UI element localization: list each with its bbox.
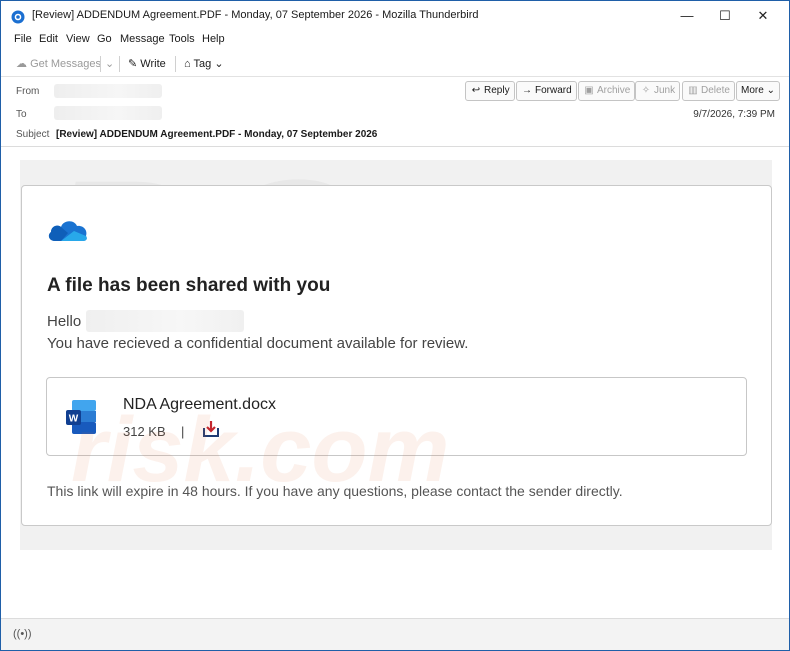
toolbar-divider xyxy=(100,56,101,72)
shared-file-card[interactable]: W NDA Agreement.docx 312 KB | xyxy=(46,377,747,456)
email-card: A file has been shared with you Hello Yo… xyxy=(21,185,772,526)
file-name[interactable]: NDA Agreement.docx xyxy=(123,396,276,414)
redacted-recipient-name xyxy=(86,310,244,332)
chevron-down-icon: ⌄ xyxy=(105,58,115,70)
from-label: From xyxy=(16,86,40,97)
message-header-pane: From To Subject [Review] ADDENDUM Agreem… xyxy=(1,77,789,147)
file-separator: | xyxy=(181,424,185,439)
chevron-down-icon: ⌄ xyxy=(214,58,224,70)
subject-label: Subject xyxy=(16,129,50,140)
thunderbird-icon xyxy=(11,10,25,24)
pencil-icon: ✎ xyxy=(128,58,138,70)
more-label: More xyxy=(741,85,764,96)
tag-label: Tag xyxy=(193,58,212,70)
get-messages-dropdown[interactable]: ⌄ xyxy=(105,54,114,74)
archive-label: Archive xyxy=(597,85,631,96)
delete-button[interactable]: ▥ Delete xyxy=(682,81,735,101)
archive-icon: ▣ xyxy=(584,85,594,96)
toolbar-divider xyxy=(119,56,120,72)
menu-tools[interactable]: Tools xyxy=(169,33,195,45)
svg-text:W: W xyxy=(69,414,79,425)
menu-view[interactable]: View xyxy=(66,33,90,45)
word-document-icon: W xyxy=(66,400,96,434)
subject-value: [Review] ADDENDUM Agreement.PDF - Monday… xyxy=(56,129,378,140)
email-headline: A file has been shared with you xyxy=(47,275,331,296)
archive-button[interactable]: ▣ Archive xyxy=(578,81,636,101)
message-body: PC A file has been shared with you Hello… xyxy=(1,132,789,618)
write-label: Write xyxy=(140,58,166,70)
title-bar: [Review] ADDENDUM Agreement.PDF - Monday… xyxy=(1,1,789,31)
file-size: 312 KB xyxy=(123,424,166,439)
menu-bar: File Edit View Go Message Tools Help xyxy=(1,31,789,51)
message-date: 9/7/2026, 7:39 PM xyxy=(693,109,775,120)
online-status-icon[interactable]: ((•)) xyxy=(13,628,32,640)
download-icon[interactable] xyxy=(202,420,220,438)
flame-icon: ✧ xyxy=(641,85,651,96)
menu-edit[interactable]: Edit xyxy=(39,33,58,45)
trash-icon: ▥ xyxy=(688,85,698,96)
get-messages-label: Get Messages xyxy=(30,58,101,70)
forward-label: Forward xyxy=(535,85,572,96)
more-button[interactable]: More ⌄ xyxy=(736,81,780,101)
redacted-recipient xyxy=(54,106,162,120)
status-bar: ((•)) xyxy=(1,618,789,650)
reply-label: Reply xyxy=(484,85,510,96)
get-messages-button[interactable]: ☁ Get Messages xyxy=(16,54,101,74)
write-button[interactable]: ✎ Write xyxy=(128,54,166,74)
reply-icon: ↩ xyxy=(471,85,481,96)
forward-button[interactable]: → Forward xyxy=(516,81,577,101)
reply-button[interactable]: ↩ Reply xyxy=(465,81,515,101)
greeting: Hello xyxy=(47,313,82,330)
toolbar-divider xyxy=(175,56,176,72)
main-toolbar: ☁ Get Messages ⌄ ✎ Write ⌂ Tag ⌄ xyxy=(1,51,789,77)
email-body-text: You have recieved a confidential documen… xyxy=(47,335,469,352)
tag-icon: ⌂ xyxy=(184,58,191,70)
junk-label: Junk xyxy=(654,85,676,96)
menu-file[interactable]: File xyxy=(14,33,32,45)
tag-button[interactable]: ⌂ Tag ⌄ xyxy=(184,54,224,74)
redacted-sender xyxy=(54,84,162,98)
close-button[interactable]: ✕ xyxy=(741,1,785,31)
chevron-down-icon: ⌄ xyxy=(766,85,775,96)
forward-icon: → xyxy=(522,85,532,96)
delete-label: Delete xyxy=(701,85,730,96)
junk-button[interactable]: ✧ Junk xyxy=(635,81,681,101)
onedrive-cloud-icon xyxy=(48,221,87,241)
window-title: [Review] ADDENDUM Agreement.PDF - Monday… xyxy=(32,9,479,21)
download-cloud-icon: ☁ xyxy=(16,58,27,70)
menu-message[interactable]: Message xyxy=(120,33,165,45)
menu-help[interactable]: Help xyxy=(202,33,225,45)
to-label: To xyxy=(16,109,27,120)
thunderbird-window: [Review] ADDENDUM Agreement.PDF - Monday… xyxy=(0,0,790,651)
expiry-notice: This link will expire in 48 hours. If yo… xyxy=(47,483,623,499)
menu-go[interactable]: Go xyxy=(97,33,112,45)
